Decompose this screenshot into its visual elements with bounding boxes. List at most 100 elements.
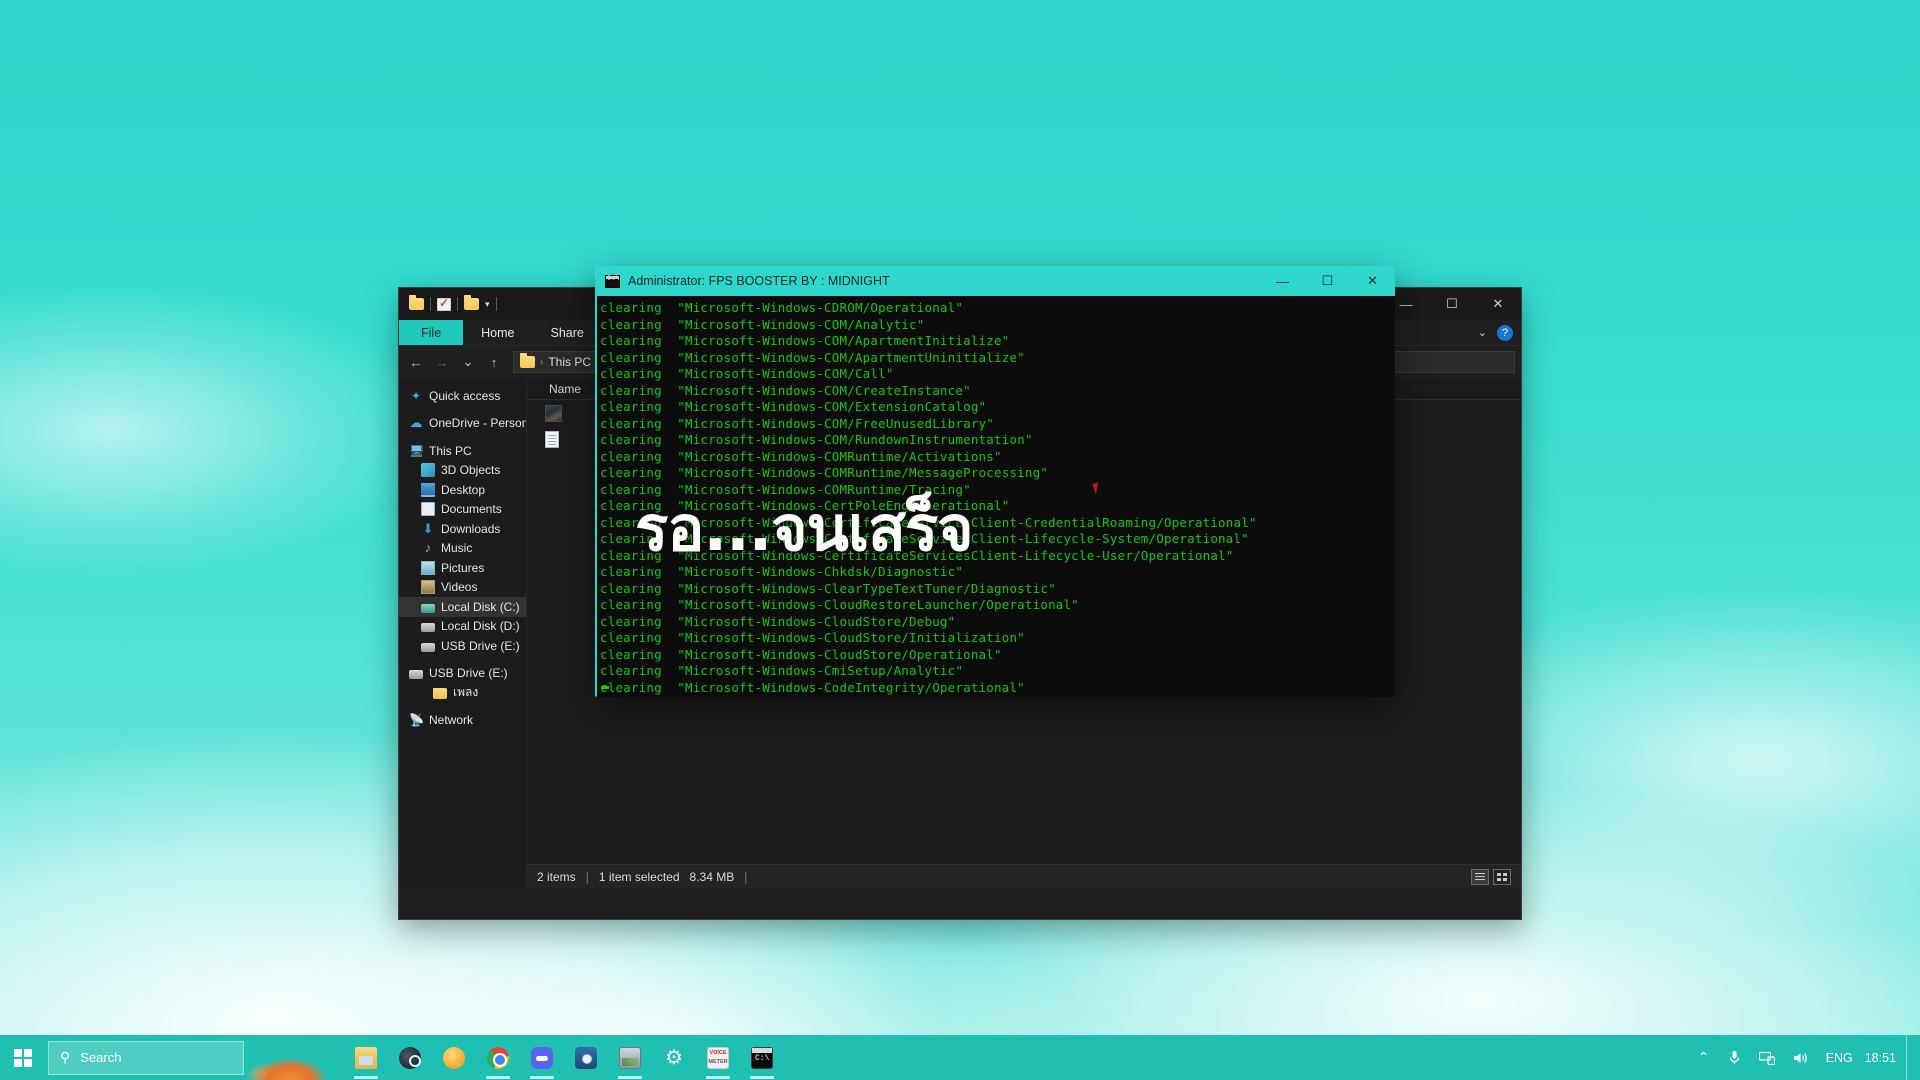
sidebar-item-label: 3D Objects	[441, 463, 500, 477]
console-output-area[interactable]: clearing "Microsoft-Windows-CDROM/Operat…	[595, 296, 1395, 697]
sidebar-item-network[interactable]: 📡 Network	[399, 711, 526, 731]
network-icon[interactable]	[1750, 1035, 1784, 1080]
cube-icon	[421, 463, 435, 477]
quick-access-toolbar: ▾	[399, 288, 497, 320]
spacer	[399, 703, 526, 711]
start-button[interactable]	[0, 1035, 46, 1080]
help-icon[interactable]: ?	[1497, 325, 1513, 341]
explorer-sidebar: ✦ Quick access ☁ OneDrive - Personal 🖥 T…	[399, 378, 527, 888]
tab-share[interactable]: Share	[533, 320, 602, 345]
volume-icon[interactable]	[1784, 1035, 1818, 1080]
folder-properties-icon[interactable]	[409, 298, 424, 310]
breadcrumb-this-pc[interactable]: This PC	[548, 355, 591, 369]
details-view-icon	[1475, 873, 1485, 881]
show-desktop-button[interactable]	[1906, 1035, 1914, 1080]
sound-icon	[443, 1047, 465, 1069]
sidebar-item-pictures[interactable]: Pictures	[399, 558, 526, 578]
properties-icon[interactable]	[437, 298, 451, 311]
clock[interactable]: 18:51	[1861, 1035, 1906, 1080]
sidebar-item-usb-drive-e[interactable]: USB Drive (E:)	[399, 636, 526, 656]
sidebar-item-label: Downloads	[441, 522, 500, 536]
command-prompt-icon	[605, 275, 620, 288]
sidebar-item-this-pc[interactable]: 🖥 This PC	[399, 441, 526, 461]
console-title-bar[interactable]: Administrator: FPS BOOSTER BY : MIDNIGHT…	[595, 266, 1395, 296]
sidebar-item-quick-access[interactable]: ✦ Quick access	[399, 386, 526, 406]
sidebar-item-local-disk-c[interactable]: Local Disk (C:)	[399, 597, 526, 617]
console-line: clearing "Microsoft-Windows-CertificateS…	[600, 515, 1394, 532]
taskbar-item-command-prompt[interactable]	[740, 1035, 784, 1080]
status-separator: |	[586, 870, 589, 884]
taskbar-item-screenshot-tool[interactable]	[564, 1035, 608, 1080]
sidebar-item-downloads[interactable]: ⬇ Downloads	[399, 519, 526, 539]
network-icon: 📡	[409, 713, 423, 727]
language-indicator[interactable]: ENG	[1818, 1035, 1861, 1080]
expand-ribbon-icon[interactable]: ⌄	[1478, 326, 1487, 339]
console-line: clearing "Microsoft-Windows-ClearTypeTex…	[600, 581, 1394, 598]
back-button[interactable]: ←	[405, 351, 427, 373]
details-view-button[interactable]	[1471, 869, 1489, 885]
forward-button[interactable]: →	[431, 351, 453, 373]
console-line: clearing "Microsoft-Windows-CmiSetup/Ana…	[600, 663, 1394, 680]
cmd-icon	[751, 1047, 773, 1069]
console-line: clearing "Microsoft-Windows-Chkdsk/Diagn…	[600, 564, 1394, 581]
console-line: clearing "Microsoft-Windows-CertPoleEng/…	[600, 498, 1394, 515]
sidebar-item-usb-drive-e-root[interactable]: USB Drive (E:)	[399, 664, 526, 684]
videos-icon	[421, 580, 435, 594]
console-line: clearing "Microsoft-Windows-CloudRestore…	[600, 597, 1394, 614]
sidebar-item-onedrive[interactable]: ☁ OneDrive - Personal	[399, 414, 526, 434]
status-size: 8.34 MB	[690, 870, 735, 884]
spacer	[399, 406, 526, 414]
taskbar-item-sound-app[interactable]	[432, 1035, 476, 1080]
taskbar-item-voicemeeter[interactable]	[696, 1035, 740, 1080]
console-maximize-button[interactable]: ☐	[1305, 266, 1350, 296]
sidebar-item-label: Quick access	[429, 389, 500, 403]
taskbar-item-settings[interactable]: ⚙	[652, 1035, 696, 1080]
taskbar-item-steam[interactable]	[388, 1035, 432, 1080]
console-line: clearing "Microsoft-Windows-COM/RundownI…	[600, 432, 1394, 449]
divider	[430, 297, 431, 311]
explorer-close-button[interactable]: ✕	[1475, 288, 1521, 320]
sidebar-item-music[interactable]: ♪ Music	[399, 539, 526, 559]
steam-icon	[399, 1047, 421, 1069]
sidebar-item-desktop[interactable]: Desktop	[399, 480, 526, 500]
console-cursor	[601, 686, 609, 689]
sidebar-item-label: Pictures	[441, 561, 484, 575]
drive-icon	[409, 670, 423, 679]
sidebar-item-local-disk-d[interactable]: Local Disk (D:)	[399, 617, 526, 637]
sidebar-item-videos[interactable]: Videos	[399, 578, 526, 598]
large-icons-view-button[interactable]	[1493, 869, 1511, 885]
chevron-down-icon[interactable]: ▾	[485, 299, 490, 310]
explorer-status-bar: 2 items | 1 item selected 8.34 MB |	[527, 864, 1521, 888]
console-line: clearing "Microsoft-Windows-CloudStore/I…	[600, 630, 1394, 647]
drive-icon	[421, 623, 435, 632]
new-folder-icon[interactable]	[464, 298, 479, 310]
cloud-icon: ☁	[409, 416, 423, 430]
up-button[interactable]: ↑	[483, 351, 505, 373]
windows-logo-icon	[14, 1049, 32, 1067]
taskbar-item-discord[interactable]	[520, 1035, 564, 1080]
sidebar-item-documents[interactable]: Documents	[399, 500, 526, 520]
search-input[interactable]: ⚲ Search	[48, 1041, 244, 1075]
pictures-icon	[421, 561, 435, 575]
breadcrumb-folder-icon	[520, 356, 535, 368]
sidebar-item-label: Music	[441, 541, 472, 555]
music-icon: ♪	[421, 541, 435, 555]
taskbar-item-file-explorer[interactable]	[344, 1035, 388, 1080]
tab-file[interactable]: File	[399, 320, 463, 345]
taskbar-item-photos[interactable]	[608, 1035, 652, 1080]
console-window-controls: — ☐ ✕	[1260, 266, 1395, 296]
taskbar-item-chrome[interactable]	[476, 1035, 520, 1080]
console-close-button[interactable]: ✕	[1350, 266, 1395, 296]
console-line: clearing "Microsoft-Windows-CloudStore/O…	[600, 647, 1394, 664]
breadcrumb-separator: ›	[540, 357, 543, 368]
explorer-maximize-button[interactable]: ☐	[1429, 288, 1475, 320]
command-prompt-window: Administrator: FPS BOOSTER BY : MIDNIGHT…	[595, 266, 1395, 697]
show-hidden-icons-button[interactable]: ⌃	[1689, 1035, 1719, 1080]
sidebar-item-3d-objects[interactable]: 3D Objects	[399, 461, 526, 481]
console-minimize-button[interactable]: —	[1260, 266, 1305, 296]
sidebar-item-music-folder[interactable]: เพลง	[399, 683, 526, 703]
tab-home[interactable]: Home	[463, 320, 532, 345]
status-item-count: 2 items	[537, 870, 576, 884]
recent-locations-button[interactable]: ⌄	[457, 351, 479, 373]
microphone-icon[interactable]	[1719, 1035, 1750, 1080]
